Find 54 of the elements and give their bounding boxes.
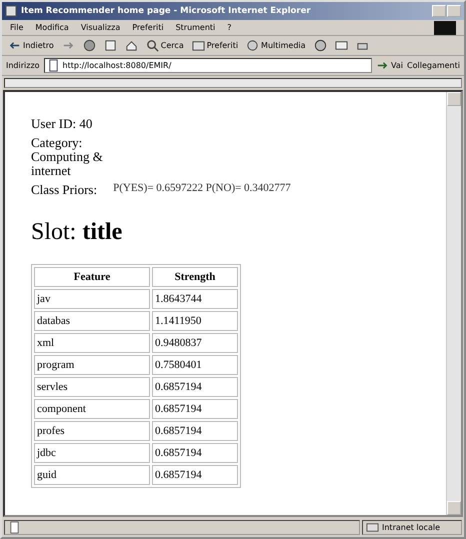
table-cell: component bbox=[34, 399, 150, 419]
priors-label: Class Priors: bbox=[31, 182, 98, 198]
media-button[interactable]: Multimedia bbox=[246, 39, 306, 52]
table-cell: 0.9480837 bbox=[152, 333, 238, 353]
table-cell: profes bbox=[34, 421, 150, 441]
search-button[interactable]: Cerca bbox=[146, 39, 184, 52]
zone-panel: Intranet locale bbox=[362, 520, 462, 534]
table-cell: 1.1411950 bbox=[152, 311, 238, 331]
menu-item[interactable]: ? bbox=[227, 23, 232, 32]
links-label[interactable]: Collegamenti bbox=[407, 61, 460, 70]
go-button[interactable]: Vai bbox=[376, 59, 404, 72]
home-icon bbox=[124, 39, 138, 52]
intranet-icon bbox=[366, 520, 379, 534]
back-button[interactable]: Indietro bbox=[8, 39, 54, 52]
priors-value: P(YES)= 0.6597222 P(NO)= 0.3402777 bbox=[113, 182, 291, 196]
menu-item[interactable]: Visualizza bbox=[80, 23, 120, 32]
stop-icon bbox=[82, 39, 96, 52]
browser-logo bbox=[434, 20, 456, 34]
slot-label: Slot: bbox=[31, 219, 76, 245]
minimize-button[interactable] bbox=[432, 5, 446, 17]
table-cell: 0.6857194 bbox=[152, 443, 238, 463]
table-cell: xml bbox=[34, 333, 150, 353]
search-icon bbox=[146, 39, 159, 52]
maximize-button[interactable] bbox=[447, 5, 461, 17]
refresh-icon bbox=[104, 39, 117, 52]
table-cell: 0.6857194 bbox=[152, 399, 238, 419]
table-cell: guid bbox=[34, 465, 150, 485]
table-cell: 1.8643744 bbox=[152, 289, 238, 309]
page-icon bbox=[46, 59, 60, 72]
table-cell: databas bbox=[34, 311, 150, 331]
menu-item[interactable]: Strumenti bbox=[176, 23, 216, 32]
column-header: Strength bbox=[152, 267, 238, 287]
page-icon bbox=[8, 520, 21, 534]
menu-item[interactable]: Preferiti bbox=[132, 23, 164, 32]
slot-value: title bbox=[82, 219, 122, 245]
menu-item[interactable]: Modifica bbox=[35, 23, 69, 32]
address-field[interactable]: http://localhost:8080/EMIR/ bbox=[44, 58, 372, 73]
table-cell: 0.6857194 bbox=[152, 377, 238, 397]
table-cell: 0.7580401 bbox=[152, 355, 238, 375]
table-cell: servles bbox=[34, 377, 150, 397]
user-id-text: User ID: 40 bbox=[31, 116, 94, 132]
category-text: Category: Computing & internet bbox=[31, 136, 104, 178]
table-cell: 0.6857194 bbox=[152, 465, 238, 485]
column-header: Feature bbox=[34, 267, 150, 287]
table-cell: jav bbox=[34, 289, 150, 309]
window-title: Item Recommender home page - Microsoft Internet Explorer bbox=[21, 6, 311, 16]
page-icon bbox=[5, 5, 17, 17]
table-cell: 0.6857194 bbox=[152, 421, 238, 441]
table-cell: jdbc bbox=[34, 443, 150, 463]
menu-item[interactable]: File bbox=[10, 23, 24, 32]
favorites-button[interactable]: Preferiti bbox=[192, 39, 238, 52]
folder-icon bbox=[192, 39, 205, 52]
table-cell: program bbox=[34, 355, 150, 375]
address-label: Indirizzo bbox=[6, 61, 40, 70]
